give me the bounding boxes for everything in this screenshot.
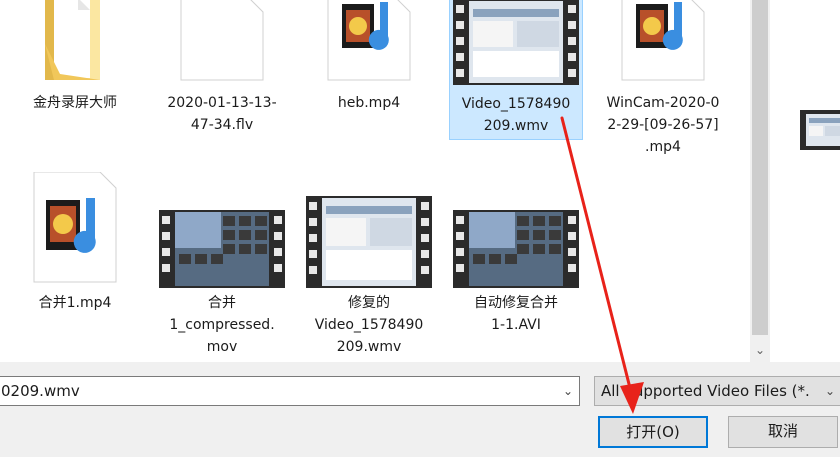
- file-type-value: All Supported Video Files (*.: [601, 382, 810, 400]
- media-file-icon: [621, 0, 705, 81]
- video-thumbnail-icon: [159, 210, 285, 288]
- chevron-down-icon[interactable]: ⌄: [750, 340, 770, 360]
- preview-pane: [770, 0, 840, 362]
- filename-value: 0209.wmv: [1, 382, 80, 400]
- scrollbar-thumb[interactable]: [752, 0, 768, 335]
- file-item-folder[interactable]: 金舟录屏大师: [8, 0, 142, 118]
- video-thumbnail-icon: [306, 196, 432, 288]
- vertical-scrollbar[interactable]: ⌄: [750, 0, 770, 362]
- filename-input[interactable]: 0209.wmv: [0, 376, 580, 406]
- video-thumbnail-icon: [453, 0, 579, 85]
- preview-thumbnail: [800, 110, 840, 150]
- file-name: 合并 1_compressed. mov: [169, 295, 275, 355]
- blank-document-icon: [180, 0, 264, 81]
- open-button[interactable]: 打开(O): [598, 416, 708, 448]
- file-item-heb[interactable]: heb.mp4: [302, 0, 436, 118]
- file-name: heb.mp4: [337, 95, 401, 111]
- file-name: 合并1.mp4: [38, 295, 112, 311]
- file-name: Video_1578490 209.wmv: [461, 96, 571, 134]
- chevron-down-icon[interactable]: ⌄: [557, 377, 579, 405]
- folder-icon: [45, 0, 100, 80]
- file-item-merge-mp4[interactable]: 合并1.mp4: [8, 170, 142, 320]
- chevron-down-icon[interactable]: ⌄: [820, 377, 840, 405]
- file-name: 金舟录屏大师: [33, 95, 117, 111]
- media-file-icon: [33, 172, 117, 283]
- file-name: WinCam-2020-0 2-29-[09-26-57] .mp4: [606, 95, 720, 155]
- cancel-button[interactable]: 取消: [728, 416, 838, 448]
- file-item-video-wmv[interactable]: Video_1578490 209.wmv: [449, 0, 583, 140]
- file-item-flv[interactable]: 2020-01-13-13- 47-34.flv: [155, 0, 289, 140]
- file-type-select[interactable]: All Supported Video Files (*.: [594, 376, 840, 406]
- file-item-merge-mov[interactable]: 合并 1_compressed. mov: [155, 170, 289, 360]
- media-file-icon: [327, 0, 411, 81]
- video-thumbnail-icon: [453, 210, 579, 288]
- file-item-wincam[interactable]: WinCam-2020-0 2-29-[09-26-57] .mp4: [596, 0, 730, 160]
- file-name: 修复的 Video_1578490 209.wmv: [314, 295, 424, 355]
- file-item-auto-repair-avi[interactable]: 自动修复合并 1-1.AVI: [449, 170, 583, 340]
- file-name: 自动修复合并 1-1.AVI: [474, 295, 558, 333]
- file-list-pane: 金舟录屏大师 2020-01-13-13- 47-34.flv heb.mp4: [0, 0, 770, 362]
- file-item-repaired-wmv[interactable]: 修复的 Video_1578490 209.wmv: [302, 170, 436, 360]
- file-name: 2020-01-13-13- 47-34.flv: [167, 95, 277, 133]
